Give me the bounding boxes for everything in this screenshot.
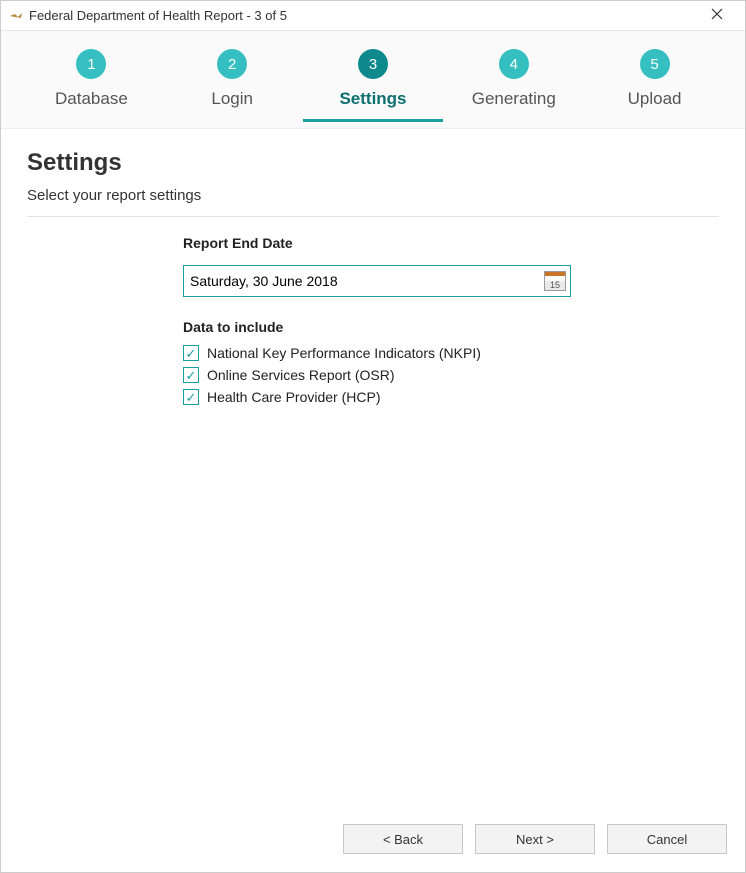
next-button[interactable]: Next > xyxy=(475,824,595,854)
page-subtitle: Select your report settings xyxy=(27,187,719,204)
step-label: Settings xyxy=(303,89,444,109)
step-label: Upload xyxy=(584,89,725,109)
footer-buttons: < Back Next > Cancel xyxy=(1,812,745,872)
include-label: Data to include xyxy=(183,319,719,335)
back-button[interactable]: < Back xyxy=(343,824,463,854)
form-area: Report End Date 15 Data to include ✓ Nat… xyxy=(27,235,719,411)
checkbox-icon[interactable]: ✓ xyxy=(183,389,199,405)
checkbox-label: National Key Performance Indicators (NKP… xyxy=(207,345,481,361)
checkbox-osr[interactable]: ✓ Online Services Report (OSR) xyxy=(183,367,719,383)
step-upload[interactable]: 5 Upload xyxy=(584,49,725,119)
step-login[interactable]: 2 Login xyxy=(162,49,303,119)
checkbox-icon[interactable]: ✓ xyxy=(183,345,199,361)
checkbox-label: Health Care Provider (HCP) xyxy=(207,389,381,405)
divider xyxy=(27,216,719,217)
titlebar: Federal Department of Health Report - 3 … xyxy=(1,1,745,31)
close-button[interactable] xyxy=(697,7,737,24)
step-number: 5 xyxy=(640,49,670,79)
calendar-icon[interactable]: 15 xyxy=(544,271,566,291)
step-number: 1 xyxy=(76,49,106,79)
step-number: 4 xyxy=(499,49,529,79)
step-label: Generating xyxy=(443,89,584,109)
titlebar-text: Federal Department of Health Report - 3 … xyxy=(29,8,697,23)
cancel-button[interactable]: Cancel xyxy=(607,824,727,854)
date-label: Report End Date xyxy=(183,235,719,251)
step-number: 2 xyxy=(217,49,247,79)
step-label: Login xyxy=(162,89,303,109)
content-area: Settings Select your report settings Rep… xyxy=(1,129,745,812)
page-title: Settings xyxy=(27,149,719,177)
step-settings[interactable]: 3 Settings xyxy=(303,49,444,122)
app-icon xyxy=(9,9,23,23)
checkbox-hcp[interactable]: ✓ Health Care Provider (HCP) xyxy=(183,389,719,405)
checkbox-label: Online Services Report (OSR) xyxy=(207,367,395,383)
step-number: 3 xyxy=(358,49,388,79)
checkbox-icon[interactable]: ✓ xyxy=(183,367,199,383)
date-input[interactable] xyxy=(190,273,544,289)
wizard-stepper: 1 Database 2 Login 3 Settings 4 Generati… xyxy=(1,31,745,129)
step-generating[interactable]: 4 Generating xyxy=(443,49,584,119)
step-database[interactable]: 1 Database xyxy=(21,49,162,119)
step-label: Database xyxy=(21,89,162,109)
date-field[interactable]: 15 xyxy=(183,265,571,297)
calendar-day: 15 xyxy=(550,280,560,290)
checkbox-nkpi[interactable]: ✓ National Key Performance Indicators (N… xyxy=(183,345,719,361)
